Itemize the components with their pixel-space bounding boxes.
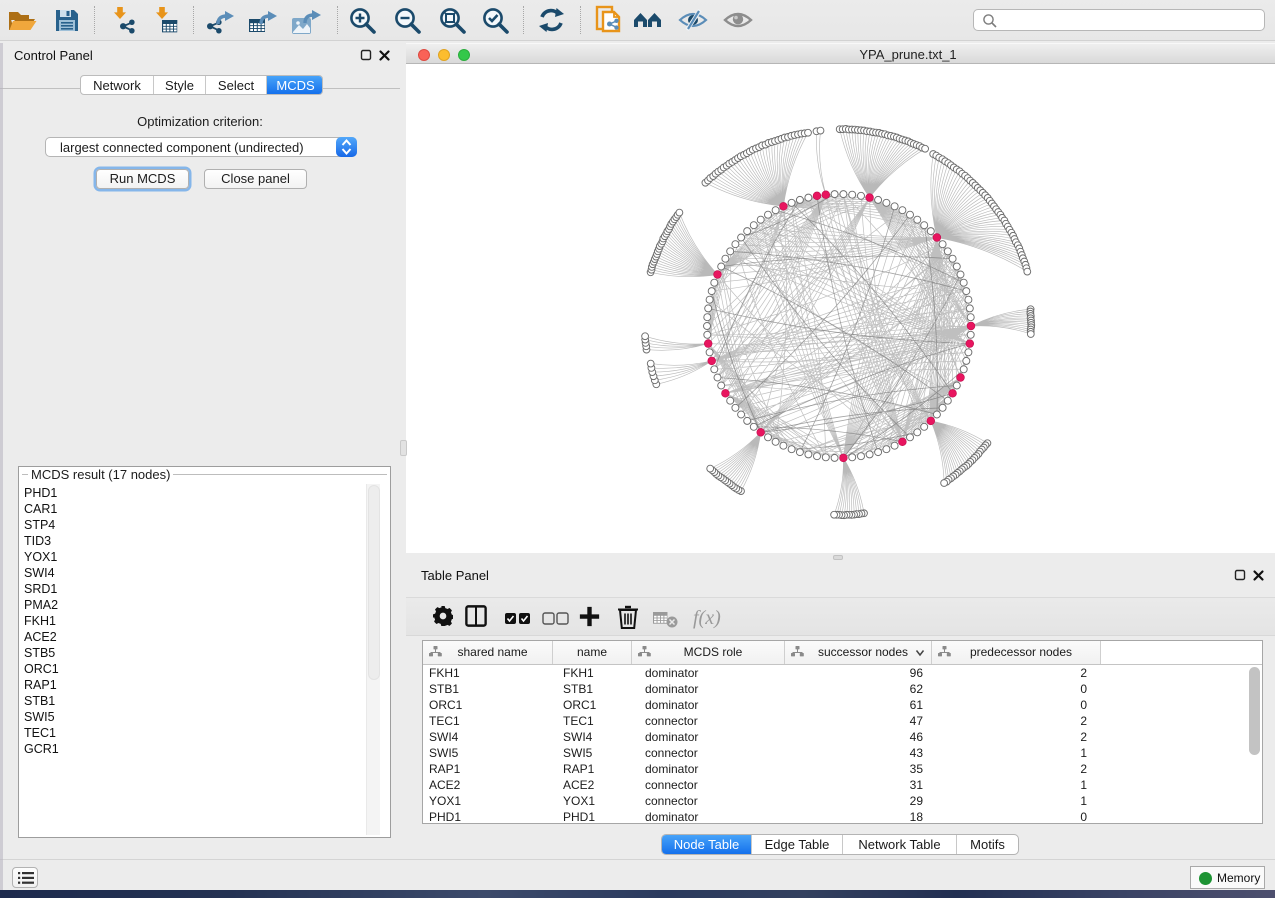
svg-text:f(x): f(x) [693,607,721,629]
